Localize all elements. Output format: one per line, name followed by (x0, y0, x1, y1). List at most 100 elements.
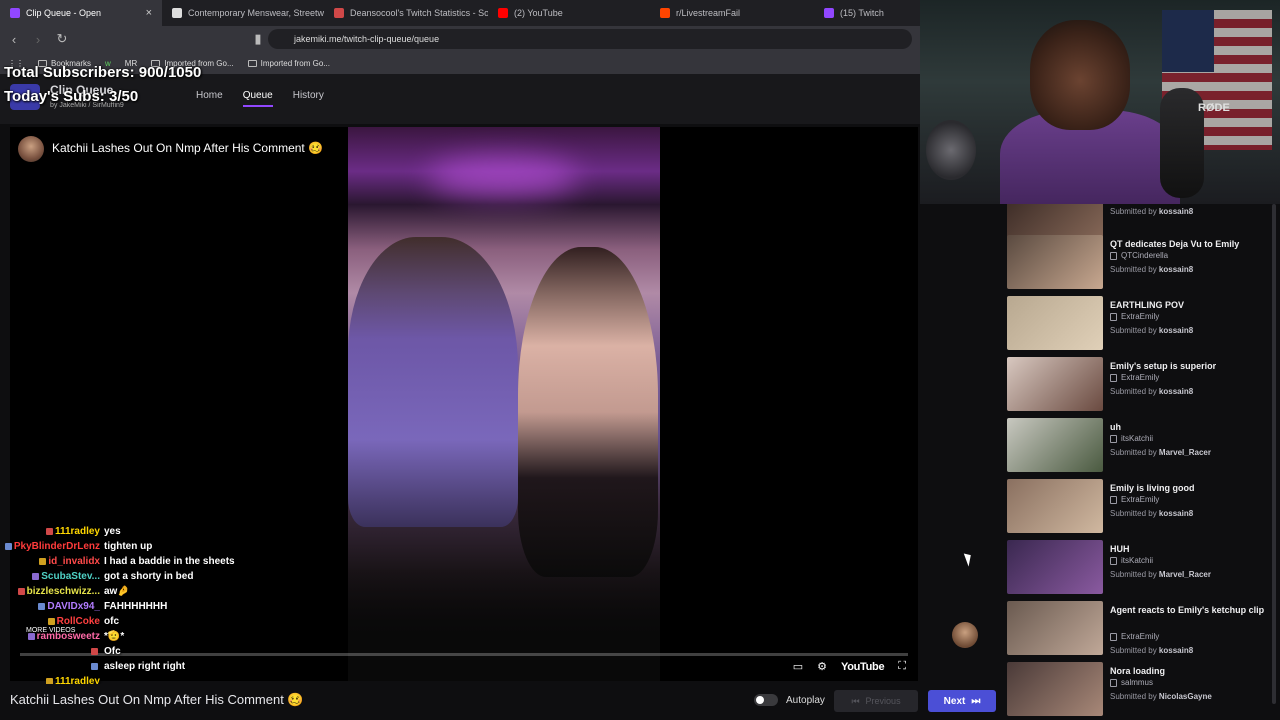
tab-label: (15) Twitch (840, 8, 884, 18)
twitch-icon (1110, 495, 1117, 504)
submitter-name: kossain8 (1158, 265, 1194, 274)
queue-thumbnail[interactable] (1007, 296, 1103, 350)
chat-badge-icon (4, 542, 12, 550)
chat-username-text: ScubaStev... (41, 571, 100, 582)
chat-badge-icon (17, 587, 25, 595)
chat-message: DAVIDx94_ FAHHHHHHH (0, 599, 340, 614)
captions-icon[interactable]: ▭ (793, 660, 803, 673)
twitch-icon (1110, 251, 1117, 260)
queue-thumbnail[interactable] (1007, 418, 1103, 472)
autoplay-toggle[interactable]: Autoplay (754, 694, 825, 706)
browser-tab[interactable]: Clip Queue - Open × (0, 0, 162, 26)
chat-message: id_invalidx I had a baddie in the sheets (0, 554, 340, 569)
queue-item[interactable]: HUH itsKatchii Submitted by Marvel_Racer (1007, 540, 1273, 598)
queue-item[interactable]: QT dedicates Deja Vu to Emily QTCinderell… (1007, 235, 1273, 293)
reload-icon[interactable]: ↻ (52, 29, 72, 49)
queue-thumbnail[interactable] (1007, 479, 1103, 533)
chat-badge-icon (39, 557, 47, 565)
forward-icon[interactable]: › (28, 29, 48, 49)
queue-channel: itsKatchii (1110, 434, 1153, 443)
previous-icon: ⏮ (851, 695, 860, 706)
settings-gear-icon[interactable]: ⚙ (817, 660, 827, 673)
queue-submitter: Submitted by kossain8 (1110, 207, 1194, 216)
browser-tab[interactable]: r/LivestreamFail (650, 0, 814, 26)
submitter-name: kossain8 (1158, 646, 1194, 655)
tab-label: (2) YouTube (514, 8, 563, 18)
queue-item[interactable]: Nora loading salmmus Submitted by NicolasG… (1007, 662, 1273, 720)
queue-item[interactable]: uh itsKatchii Submitted by Marvel_Racer (1007, 418, 1273, 476)
mouse-cursor (963, 551, 975, 567)
twitch-icon (1110, 373, 1117, 382)
video-title[interactable]: Katchii Lashes Out On Nmp After His Comm… (52, 141, 323, 155)
autoplay-label: Autoplay (786, 694, 825, 706)
chat-username: PkyBlinderDrLenz (0, 541, 104, 552)
clip-queue-list: Submitted by kossain8 QT dedicates Deja V… (1000, 204, 1280, 720)
url-text: jakemiki.me/twitch-clip-queue/queue (294, 34, 440, 44)
back-icon[interactable]: ‹ (4, 29, 24, 49)
player-bottom-bar: Katchii Lashes Out On Nmp After His Comm… (0, 684, 1000, 720)
chat-text: got a shorty in bed (104, 571, 194, 582)
nav-history[interactable]: History (293, 90, 324, 107)
fullscreen-icon[interactable]: ⛶ (898, 660, 906, 673)
chat-username-text: 111radley (54, 526, 100, 537)
previous-label: Previous (865, 696, 901, 706)
tab-favicon-icon (10, 8, 20, 18)
nav-home[interactable]: Home (196, 90, 223, 107)
chat-username: DAVIDx94_ (0, 601, 104, 612)
queue-item[interactable]: EARTHLING POV ExtraEmily Submitted by koss… (1007, 296, 1273, 354)
youtube-logo[interactable]: YouTube (841, 661, 885, 673)
address-bar: ‹ › ↻ ▮ jakemiki.me/twitch-clip-queue/qu… (0, 26, 920, 52)
queue-item[interactable]: Agent reacts to Emily's ketchup clip Extr… (1007, 601, 1273, 659)
queue-thumbnail[interactable] (1007, 662, 1103, 716)
queue-item[interactable]: Emily's setup is superior ExtraEmily Submi… (1007, 357, 1273, 415)
nav-queue[interactable]: Queue (242, 90, 273, 107)
queue-submitter: Submitted by kossain8 (1110, 387, 1194, 396)
queue-title: Emily's setup is superior (1110, 361, 1217, 371)
tab-label: Contemporary Menswear, Streetwear (188, 8, 324, 18)
next-label: Next (943, 695, 966, 707)
queue-channel-name: itsKatchii (1121, 434, 1154, 443)
queue-channel-name: salmmus (1121, 678, 1154, 687)
chat-username: bizzleschwizz... (0, 586, 104, 597)
browser-tab[interactable]: Contemporary Menswear, Streetwear (162, 0, 324, 26)
chat-message: bizzleschwizz... aw🤌 (0, 584, 340, 599)
queue-submitter: Submitted by kossain8 (1110, 265, 1194, 274)
twitch-icon (1110, 434, 1117, 443)
tab-favicon-icon (334, 8, 344, 18)
video-frame (348, 127, 660, 681)
chat-username: ScubaStev... (0, 571, 104, 582)
close-tab-icon[interactable]: × (146, 7, 152, 19)
chat-username (0, 661, 104, 672)
chat-badge-icon (32, 572, 40, 580)
more-videos-label[interactable]: MORE VIDEOS (26, 627, 75, 634)
queue-channel: QTCinderella (1110, 251, 1168, 260)
channel-avatar[interactable] (18, 136, 44, 162)
url-field[interactable]: jakemiki.me/twitch-clip-queue/queue (268, 29, 912, 49)
queue-thumbnail[interactable] (1007, 235, 1103, 289)
chat-text: yes (104, 526, 121, 537)
submitter-name: kossain8 (1158, 326, 1194, 335)
browser-tab[interactable]: Deansocool's Twitch Statistics - Social (324, 0, 488, 26)
chat-text: FAHHHHHHH (104, 601, 168, 612)
queue-title: Emily is living good (1110, 483, 1195, 493)
queue-channel: ExtraEmily (1110, 373, 1159, 382)
next-button[interactable]: Next ⏭ (928, 690, 996, 712)
queue-item[interactable]: Emily is living good ExtraEmily Submitted … (1007, 479, 1273, 537)
queue-thumbnail[interactable] (1007, 601, 1103, 655)
queue-title: EARTHLING POV (1110, 300, 1185, 310)
queue-thumbnail[interactable] (1007, 357, 1103, 411)
bookmark-icon[interactable]: ▮ (248, 29, 268, 49)
toggle-switch[interactable] (754, 694, 778, 706)
twitch-icon (1110, 678, 1117, 687)
queue-channel-name: ExtraEmily (1121, 495, 1160, 504)
tab-label: Deansocool's Twitch Statistics - Social (350, 8, 488, 18)
chat-username (0, 646, 104, 657)
corner-avatar (952, 622, 978, 648)
browser-tab[interactable]: (2) YouTube (488, 0, 650, 26)
bookmark-item[interactable]: Imported from Go... (247, 59, 330, 68)
queue-channel-name: QTCinderella (1121, 251, 1169, 260)
browser-tab[interactable]: (15) Twitch (814, 0, 920, 26)
queue-thumbnail[interactable] (1007, 540, 1103, 594)
previous-button[interactable]: ⏮ Previous (834, 690, 918, 712)
chat-badge-icon (47, 617, 55, 625)
